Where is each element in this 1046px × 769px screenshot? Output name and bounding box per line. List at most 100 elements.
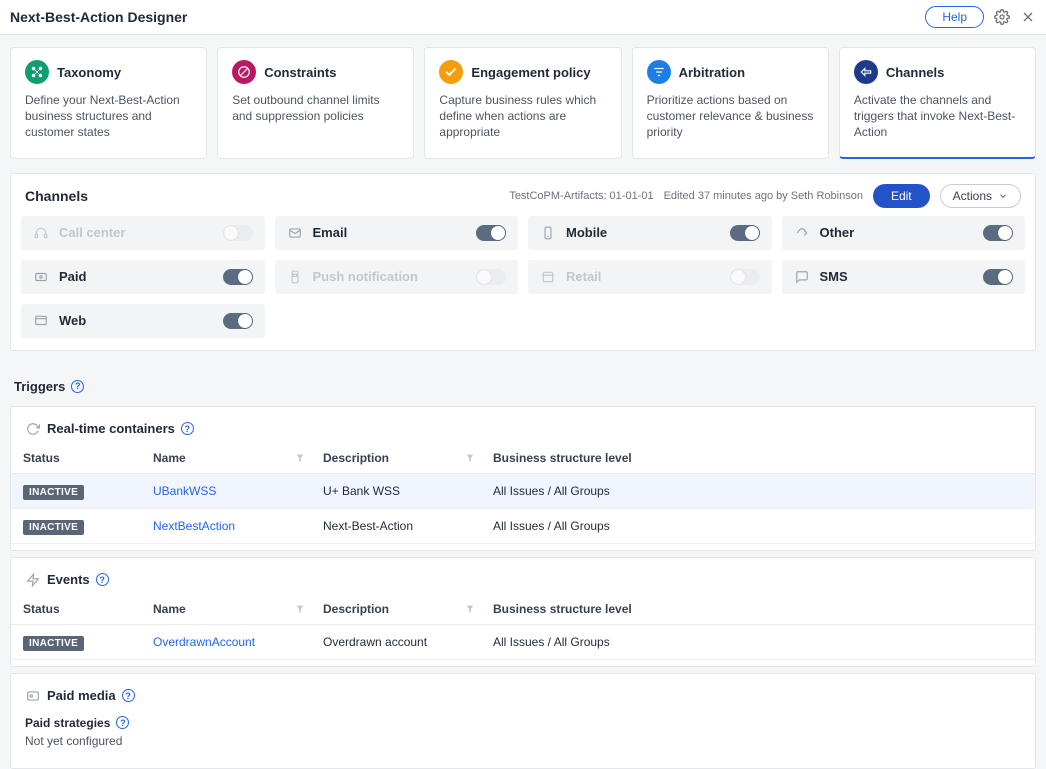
table-row[interactable]: INACTIVE OverdrawnAccount Overdrawn acco…: [11, 624, 1035, 659]
channel-grid: Call center Email Mobile Other Paid Push noti…: [11, 216, 1035, 350]
col-name[interactable]: Name: [141, 443, 311, 474]
paid-strategies-empty: Not yet configured: [25, 734, 1021, 748]
channel-mobile: Mobile: [528, 216, 772, 250]
channel-toggle[interactable]: [730, 225, 760, 241]
tab-arbitration[interactable]: ArbitrationPrioritize actions based on c…: [632, 47, 829, 159]
channel-label: SMS: [820, 269, 848, 284]
help-icon[interactable]: ?: [181, 422, 194, 435]
col-name[interactable]: Name: [141, 594, 311, 625]
real-time-containers-panel: Real-time containers ? Status Name Descr…: [10, 406, 1036, 551]
col-status: Status: [11, 443, 141, 474]
channel-label: Call center: [59, 225, 125, 240]
engagement-icon: [439, 60, 463, 84]
tab-constraints[interactable]: ConstraintsSet outbound channel limits a…: [217, 47, 414, 159]
events-heading: Events ?: [11, 558, 1035, 594]
tab-description: Set outbound channel limits and suppress…: [232, 92, 399, 124]
filter-icon[interactable]: [465, 452, 475, 466]
channel-toggle[interactable]: [476, 225, 506, 241]
page-title: Next-Best-Action Designer: [10, 9, 187, 25]
tab-title: Channels: [886, 65, 945, 80]
channel-label: Push notification: [313, 269, 418, 284]
channel-label: Mobile: [566, 225, 607, 240]
gear-icon[interactable]: [994, 9, 1010, 25]
table-row[interactable]: INACTIVE UBankWSS U+ Bank WSS All Issues…: [11, 473, 1035, 508]
channel-toggle[interactable]: [983, 269, 1013, 285]
paid-media-panel: Paid media ? Paid strategies ? Not yet c…: [10, 673, 1036, 769]
share-icon: [794, 225, 810, 241]
row-name-link[interactable]: OverdrawnAccount: [153, 635, 255, 649]
row-level: All Issues / All Groups: [481, 508, 1035, 543]
table-row[interactable]: INACTIVE NextBestAction Next-Best-Action…: [11, 508, 1035, 543]
artifact-label: TestCoPM-Artifacts: 01-01-01: [509, 190, 653, 202]
channel-paid: Paid: [21, 260, 265, 294]
channel-toggle[interactable]: [223, 269, 253, 285]
retail-icon: [540, 269, 556, 285]
tab-title: Engagement policy: [471, 65, 590, 80]
help-button[interactable]: Help: [925, 6, 984, 28]
bolt-icon: [25, 572, 41, 588]
events-table: Status Name Description Business structu…: [11, 594, 1035, 660]
help-icon[interactable]: ?: [96, 573, 109, 586]
headset-icon: [33, 225, 49, 241]
help-icon[interactable]: ?: [122, 689, 135, 702]
tab-description: Define your Next-Best-Action business st…: [25, 92, 192, 141]
channel-web: Web: [21, 304, 265, 338]
channel-other: Other: [782, 216, 1026, 250]
tab-engagement[interactable]: Engagement policy Capture business rules …: [424, 47, 621, 159]
row-desc: U+ Bank WSS: [311, 473, 481, 508]
mobile-icon: [540, 225, 556, 241]
topbar-actions: Help: [925, 6, 1036, 28]
containers-heading: Real-time containers ?: [11, 407, 1035, 443]
channel-label: Other: [820, 225, 855, 240]
triggers-heading: Triggers ?: [10, 365, 1036, 400]
channels-title: Channels: [25, 188, 88, 204]
tab-title: Taxonomy: [57, 65, 121, 80]
arbitration-icon: [647, 60, 671, 84]
tab-taxonomy[interactable]: Taxonomy Define your Next-Best-Action bus…: [10, 47, 207, 159]
paid-media-heading: Paid media ?: [11, 674, 1035, 710]
channel-label: Paid: [59, 269, 86, 284]
edit-button[interactable]: Edit: [873, 184, 930, 208]
row-name-link[interactable]: UBankWSS: [153, 484, 216, 498]
channel-toggle[interactable]: [223, 313, 253, 329]
row-name-link[interactable]: NextBestAction: [153, 519, 235, 533]
status-badge: INACTIVE: [23, 636, 84, 651]
filter-icon[interactable]: [465, 603, 475, 617]
channel-toggle[interactable]: [730, 269, 760, 285]
channel-retail: Retail: [528, 260, 772, 294]
taxonomy-icon: [25, 60, 49, 84]
actions-button[interactable]: Actions: [940, 184, 1021, 208]
tab-description: Capture business rules which define when…: [439, 92, 606, 141]
paid-strategies-label: Paid strategies ?: [25, 716, 1021, 730]
col-description[interactable]: Description: [311, 443, 481, 474]
channel-call-center: Call center: [21, 216, 265, 250]
tab-cards-row: Taxonomy Define your Next-Best-Action bus…: [0, 47, 1046, 159]
paid-media-icon: [25, 688, 41, 704]
channels-icon: [854, 60, 878, 84]
filter-icon[interactable]: [295, 452, 305, 466]
filter-icon[interactable]: [295, 603, 305, 617]
tab-channels[interactable]: ChannelsActivate the channels and trigge…: [839, 47, 1036, 159]
channels-meta: TestCoPM-Artifacts: 01-01-01 Edited 37 m…: [509, 184, 1021, 208]
refresh-icon: [25, 421, 41, 437]
row-level: All Issues / All Groups: [481, 624, 1035, 659]
close-icon[interactable]: [1020, 9, 1036, 25]
channels-section: Channels TestCoPM-Artifacts: 01-01-01 Ed…: [10, 173, 1036, 351]
top-bar: Next-Best-Action Designer Help: [0, 0, 1046, 35]
col-description[interactable]: Description: [311, 594, 481, 625]
channel-label: Retail: [566, 269, 601, 284]
row-level: All Issues / All Groups: [481, 473, 1035, 508]
channel-toggle[interactable]: [223, 225, 253, 241]
channel-email: Email: [275, 216, 519, 250]
help-icon[interactable]: ?: [71, 380, 84, 393]
help-icon[interactable]: ?: [116, 716, 129, 729]
events-panel: Events ? Status Name Description Busines…: [10, 557, 1036, 667]
col-level: Business structure level: [481, 443, 1035, 474]
channel-push-notification: Push notification: [275, 260, 519, 294]
channel-toggle[interactable]: [476, 269, 506, 285]
channel-toggle[interactable]: [983, 225, 1013, 241]
row-desc: Next-Best-Action: [311, 508, 481, 543]
sms-icon: [794, 269, 810, 285]
edited-label: Edited 37 minutes ago by Seth Robinson: [664, 190, 863, 202]
channel-sms: SMS: [782, 260, 1026, 294]
